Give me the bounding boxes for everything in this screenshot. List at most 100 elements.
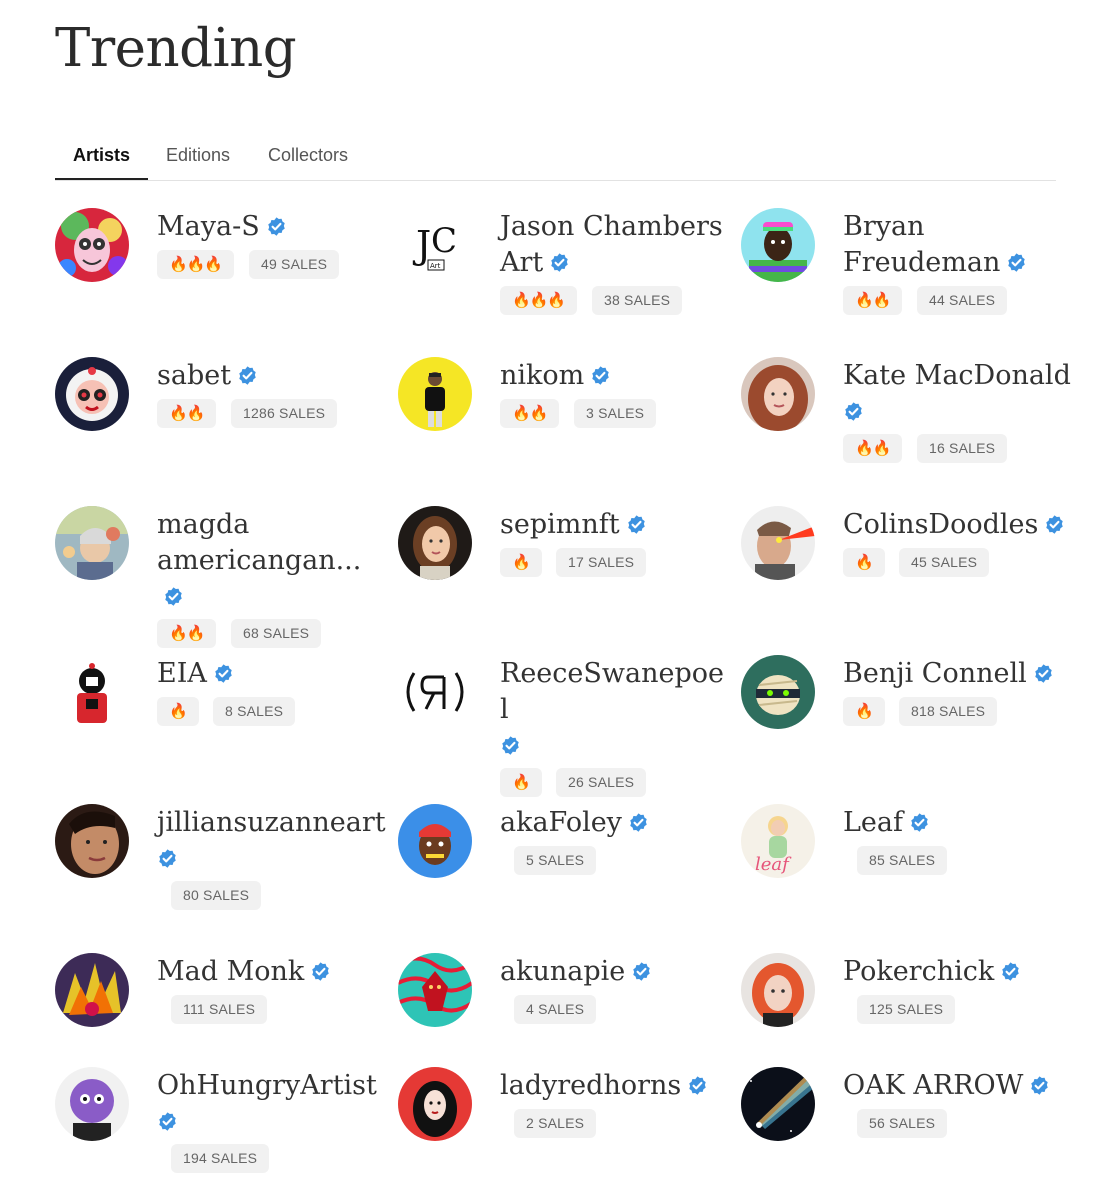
rs-logo-avatar[interactable]: [398, 655, 472, 729]
artist-name[interactable]: Benji Connell: [843, 655, 1073, 691]
light-beam-space-avatar[interactable]: [741, 1067, 815, 1141]
artist-name[interactable]: EIA: [157, 655, 387, 691]
svg-text:Art: Art: [430, 262, 441, 270]
artist-stats: 85 SALES: [843, 846, 1073, 876]
collage-woman-avatar[interactable]: [55, 506, 129, 580]
woman-portrait-avatar[interactable]: [398, 506, 472, 580]
mummy-character-avatar[interactable]: [741, 655, 815, 729]
artist-info: sabet 🔥🔥 1286 SALES: [157, 357, 387, 429]
artist-name-text[interactable]: jilliansuzanneart: [157, 807, 386, 838]
artist-name-text[interactable]: Mad Monk: [157, 956, 304, 987]
verified-badge-icon: [266, 216, 287, 237]
artist-name-text[interactable]: Maya-S: [157, 211, 260, 242]
red-hair-girl-avatar[interactable]: [741, 953, 815, 1027]
dragon-pattern-avatar[interactable]: [398, 953, 472, 1027]
man-yellow-bg-avatar[interactable]: [398, 357, 472, 431]
purple-face-avatar[interactable]: [55, 1067, 129, 1141]
artist-name-text[interactable]: akunapie: [500, 956, 625, 987]
artist-name[interactable]: Kate MacDonald: [843, 357, 1073, 428]
fire-rating-badge: 🔥: [500, 768, 542, 797]
sales-count-badge: 2 SALES: [514, 1109, 597, 1138]
artist-name-text[interactable]: sabet: [157, 360, 231, 391]
fire-rating-badge: 🔥🔥🔥: [500, 286, 578, 315]
fire-rating-badge: 🔥🔥: [500, 399, 560, 428]
artist-name-text[interactable]: EIA: [157, 658, 207, 689]
artist-stats: 🔥 8 SALES: [157, 697, 387, 727]
artist-stats: 194 SALES: [157, 1144, 387, 1174]
artist-name-text[interactable]: nikom: [500, 360, 584, 391]
artist-info: sepimnft 🔥 17 SALES: [500, 506, 730, 578]
verified-badge-icon: [549, 252, 570, 273]
artist-name[interactable]: Pokerchick: [843, 953, 1073, 989]
verified-badge-icon: [628, 812, 649, 833]
artist-name[interactable]: magda americangan...: [157, 506, 387, 613]
sales-count-badge: 5 SALES: [514, 846, 597, 875]
artist-name-text[interactable]: ladyredhorns: [500, 1070, 681, 1101]
artist-info: Bryan Freudeman 🔥🔥 44 SALES: [843, 208, 1073, 316]
cartoon-man-cap-avatar[interactable]: [741, 208, 815, 282]
leaf-illustration-avatar[interactable]: leaf: [741, 804, 815, 878]
bandana-character-avatar[interactable]: [398, 804, 472, 878]
artist-name[interactable]: ReeceSwanepoel: [500, 655, 730, 762]
laser-eyes-man-avatar[interactable]: [741, 506, 815, 580]
artist-name-text[interactable]: OAK ARROW: [843, 1070, 1023, 1101]
artist-stats: 🔥🔥 44 SALES: [843, 286, 1073, 316]
artist-info: OAK ARROW 56 SALES: [843, 1067, 1073, 1139]
astronaut-avatar[interactable]: [55, 357, 129, 431]
sales-count-badge: 1286 SALES: [231, 399, 338, 428]
svg-text:C: C: [431, 221, 457, 261]
fire-rating-badge: 🔥: [500, 548, 542, 577]
artist-name-text[interactable]: Leaf: [843, 807, 903, 838]
jc-art-logo-avatar[interactable]: J C Art: [398, 208, 472, 282]
dark-hair-woman-avatar[interactable]: [398, 1067, 472, 1141]
artist-name-text[interactable]: Kate MacDonald: [843, 360, 1071, 391]
artist-grid: Maya-S 🔥🔥🔥 49 SALES J C Art Jason Chambers Art…: [0, 0, 1099, 1200]
artist-stats: 125 SALES: [843, 995, 1073, 1025]
artist-name[interactable]: sabet: [157, 357, 387, 393]
artist-name-text[interactable]: Pokerchick: [843, 956, 994, 987]
artist-name[interactable]: OAK ARROW: [843, 1067, 1073, 1103]
cartoon-red-figure-avatar[interactable]: [55, 655, 129, 729]
fire-rating-badge: 🔥🔥: [843, 286, 903, 315]
artist-name[interactable]: Bryan Freudeman: [843, 208, 1073, 280]
artist-name[interactable]: sepimnft: [500, 506, 730, 542]
verified-badge-icon: [1044, 514, 1065, 535]
woman-closeup-avatar[interactable]: [55, 804, 129, 878]
verified-badge-icon: [687, 1075, 708, 1096]
artist-name[interactable]: Leaf: [843, 804, 1073, 840]
fire-rating-badge: 🔥: [157, 697, 199, 726]
artist-name[interactable]: ColinsDoodles: [843, 506, 1073, 542]
artist-info: jilliansuzanneart 80 SALES: [157, 804, 387, 911]
artist-stats: 🔥🔥🔥 38 SALES: [500, 286, 730, 316]
artist-name[interactable]: akaFoley: [500, 804, 730, 840]
artist-name[interactable]: ladyredhorns: [500, 1067, 730, 1103]
fire-rating-badge: 🔥: [843, 697, 885, 726]
artist-name[interactable]: Jason Chambers Art: [500, 208, 730, 280]
fire-rating-badge: 🔥🔥: [843, 434, 903, 463]
artist-name[interactable]: OhHungryArtist: [157, 1067, 387, 1138]
artist-name-text[interactable]: Bryan Freudeman: [843, 211, 1000, 278]
artist-name-text[interactable]: ColinsDoodles: [843, 509, 1038, 540]
artist-stats: 🔥🔥 3 SALES: [500, 399, 730, 429]
artist-name[interactable]: akunapie: [500, 953, 730, 989]
artist-name-text[interactable]: OhHungryArtist: [157, 1070, 377, 1101]
artist-name[interactable]: Mad Monk: [157, 953, 387, 989]
artist-name-text[interactable]: Benji Connell: [843, 658, 1027, 689]
spiky-creature-avatar[interactable]: [55, 953, 129, 1027]
sales-count-badge: 38 SALES: [592, 286, 683, 315]
artist-name[interactable]: jilliansuzanneart: [157, 804, 387, 875]
artist-name-text[interactable]: akaFoley: [500, 807, 622, 838]
woman-red-hair-avatar[interactable]: [741, 357, 815, 431]
artist-name-text[interactable]: Jason Chambers Art: [500, 211, 723, 278]
artist-name-text[interactable]: sepimnft: [500, 509, 620, 540]
psychedelic-art-avatar[interactable]: [55, 208, 129, 282]
artist-stats: 4 SALES: [500, 995, 730, 1025]
verified-badge-icon: [310, 961, 331, 982]
artist-name[interactable]: Maya-S: [157, 208, 387, 244]
artist-name-text[interactable]: ReeceSwanepoel: [500, 658, 724, 725]
sales-count-badge: 68 SALES: [231, 619, 322, 648]
artist-name[interactable]: nikom: [500, 357, 730, 393]
artist-info: Leaf 85 SALES: [843, 804, 1073, 876]
sales-count-badge: 16 SALES: [917, 434, 1008, 463]
artist-name-text[interactable]: magda americangan...: [157, 509, 361, 576]
